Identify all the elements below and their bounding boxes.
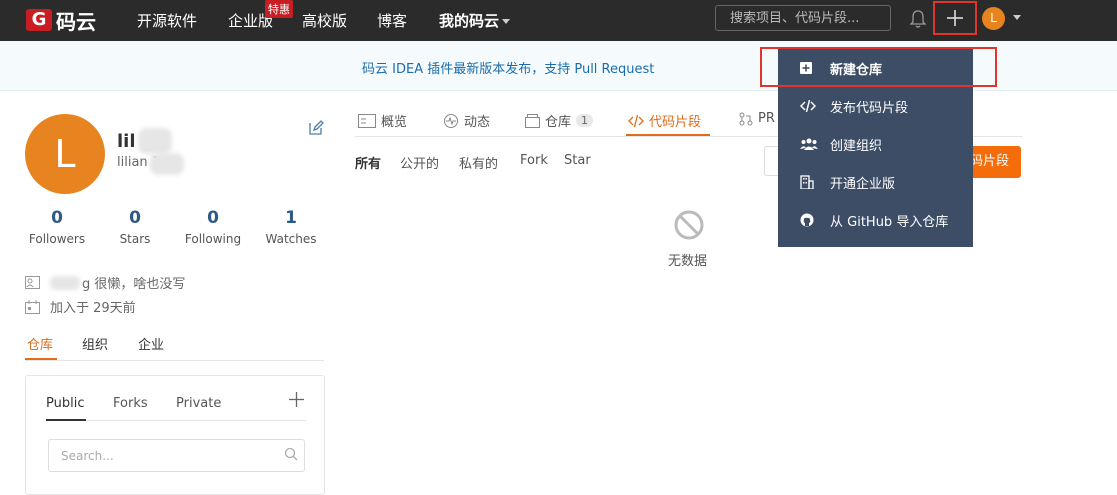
profile-bio: g 很懒，啥也没写 bbox=[25, 273, 185, 292]
nav-opensource[interactable]: 开源软件 bbox=[137, 10, 197, 31]
profile-joined: 加入于 29天前 bbox=[25, 297, 136, 316]
hot-badge: 特惠 bbox=[265, 0, 293, 18]
stat-value: 0 bbox=[129, 208, 141, 228]
tab-orgs[interactable]: 组织 bbox=[82, 334, 108, 353]
tab-overview[interactable]: 概览 bbox=[358, 111, 407, 130]
redaction-blur bbox=[138, 128, 172, 154]
stat-value: 0 bbox=[207, 208, 219, 228]
filter-fork[interactable]: Fork bbox=[520, 153, 548, 168]
create-plus-button[interactable] bbox=[933, 1, 977, 35]
stat-followers[interactable]: 0 Followers bbox=[22, 208, 92, 246]
active-tab-indicator bbox=[626, 134, 710, 136]
nav-blog[interactable]: 博客 bbox=[377, 10, 407, 31]
active-tab-indicator bbox=[46, 419, 86, 421]
tab-label: 概览 bbox=[381, 115, 408, 130]
bell-icon[interactable] bbox=[909, 9, 927, 29]
tab-label: 仓库 bbox=[545, 115, 572, 130]
empty-state-text: 无数据 bbox=[668, 254, 708, 269]
tab-enterprises[interactable]: 企业 bbox=[138, 334, 164, 353]
profile-subtabs: 仓库 组织 企业 bbox=[25, 332, 324, 361]
stat-value: 1 bbox=[285, 208, 297, 228]
menu-label: 发布代码片段 bbox=[830, 100, 909, 116]
annotation-highlight-box bbox=[760, 47, 997, 87]
repo-list-card: Public Forks Private bbox=[25, 375, 325, 495]
stat-label: Following bbox=[184, 232, 242, 246]
menu-enterprise[interactable]: 开通企业版 bbox=[778, 163, 973, 201]
users-icon bbox=[800, 138, 818, 150]
tab-repos[interactable]: 仓库 bbox=[27, 334, 53, 353]
stat-following[interactable]: 0 Following bbox=[178, 208, 248, 246]
search-input[interactable] bbox=[715, 5, 891, 31]
empty-state-icon bbox=[674, 210, 704, 240]
tab-private[interactable]: Private bbox=[176, 396, 221, 411]
tab-public[interactable]: Public bbox=[46, 396, 84, 411]
repo-search-input[interactable] bbox=[48, 439, 305, 472]
building-icon bbox=[800, 175, 814, 189]
profile-avatar: L bbox=[25, 114, 105, 194]
tab-label: 动态 bbox=[464, 115, 491, 130]
plus-icon bbox=[947, 10, 963, 26]
stat-stars[interactable]: 0 Stars bbox=[100, 208, 170, 246]
announcement-link[interactable]: 码云 IDEA 插件最新版本发布，支持 Pull Request bbox=[362, 58, 654, 77]
edit-profile-icon[interactable] bbox=[308, 120, 324, 136]
tab-pull-requests[interactable]: PR bbox=[739, 111, 775, 126]
filter-all[interactable]: 所有 bbox=[355, 153, 381, 172]
logo-icon: G bbox=[26, 9, 52, 31]
menu-create-org[interactable]: 创建组织 bbox=[778, 125, 973, 163]
top-nav: G 码云 开源软件 企业版 特惠 高校版 博客 我的码云 L bbox=[0, 0, 1117, 41]
code-icon bbox=[800, 100, 816, 112]
logo-text: 码云 bbox=[56, 9, 96, 34]
redaction-blur bbox=[50, 275, 80, 290]
nav-my-gitee[interactable]: 我的码云 bbox=[439, 10, 511, 31]
joined-text: 加入于 29天前 bbox=[50, 301, 136, 316]
tab-label: 代码片段 bbox=[649, 115, 702, 130]
filter-public[interactable]: 公开的 bbox=[400, 153, 439, 172]
menu-label: 从 GitHub 导入仓库 bbox=[830, 214, 949, 230]
redaction-blur bbox=[150, 153, 184, 175]
chevron-down-icon bbox=[502, 19, 511, 24]
stat-label: Watches bbox=[265, 232, 317, 246]
github-icon bbox=[800, 213, 814, 227]
gitee-logo[interactable]: G 码云 bbox=[26, 6, 96, 34]
menu-publish-snippet[interactable]: 发布代码片段 bbox=[778, 87, 973, 125]
user-avatar-menu[interactable]: L bbox=[982, 7, 1005, 30]
activity-icon bbox=[444, 113, 458, 128]
menu-import-github[interactable]: 从 GitHub 导入仓库 bbox=[778, 201, 973, 239]
search-icon bbox=[284, 447, 298, 461]
stat-label: Stars bbox=[119, 232, 151, 246]
stat-label: Followers bbox=[28, 232, 86, 246]
bio-text: g 很懒，啥也没写 bbox=[82, 277, 186, 292]
filter-star[interactable]: Star bbox=[564, 153, 591, 168]
stat-watches[interactable]: 1 Watches bbox=[256, 208, 326, 246]
tab-repositories[interactable]: 仓库 1 bbox=[525, 111, 594, 130]
tab-forks[interactable]: Forks bbox=[113, 396, 148, 411]
active-tab-indicator bbox=[25, 358, 57, 360]
chevron-down-icon[interactable] bbox=[1013, 15, 1021, 20]
calendar-icon bbox=[25, 299, 40, 314]
menu-label: 开通企业版 bbox=[830, 176, 896, 192]
menu-label: 创建组织 bbox=[830, 138, 883, 154]
tab-snippets[interactable]: 代码片段 bbox=[628, 111, 701, 130]
nav-university[interactable]: 高校版 bbox=[302, 10, 347, 31]
repo-count-badge: 1 bbox=[576, 114, 594, 127]
id-card-icon bbox=[25, 276, 40, 289]
nav-my-gitee-label: 我的码云 bbox=[439, 12, 500, 30]
tab-activity[interactable]: 动态 bbox=[443, 111, 490, 130]
code-icon bbox=[628, 114, 644, 127]
pull-request-icon bbox=[739, 112, 753, 125]
repo-icon bbox=[525, 113, 540, 128]
stat-value: 0 bbox=[51, 208, 63, 228]
filter-private[interactable]: 私有的 bbox=[459, 153, 498, 172]
overview-icon bbox=[358, 113, 376, 128]
add-repo-icon[interactable] bbox=[289, 392, 304, 407]
tab-label: PR bbox=[758, 111, 775, 126]
